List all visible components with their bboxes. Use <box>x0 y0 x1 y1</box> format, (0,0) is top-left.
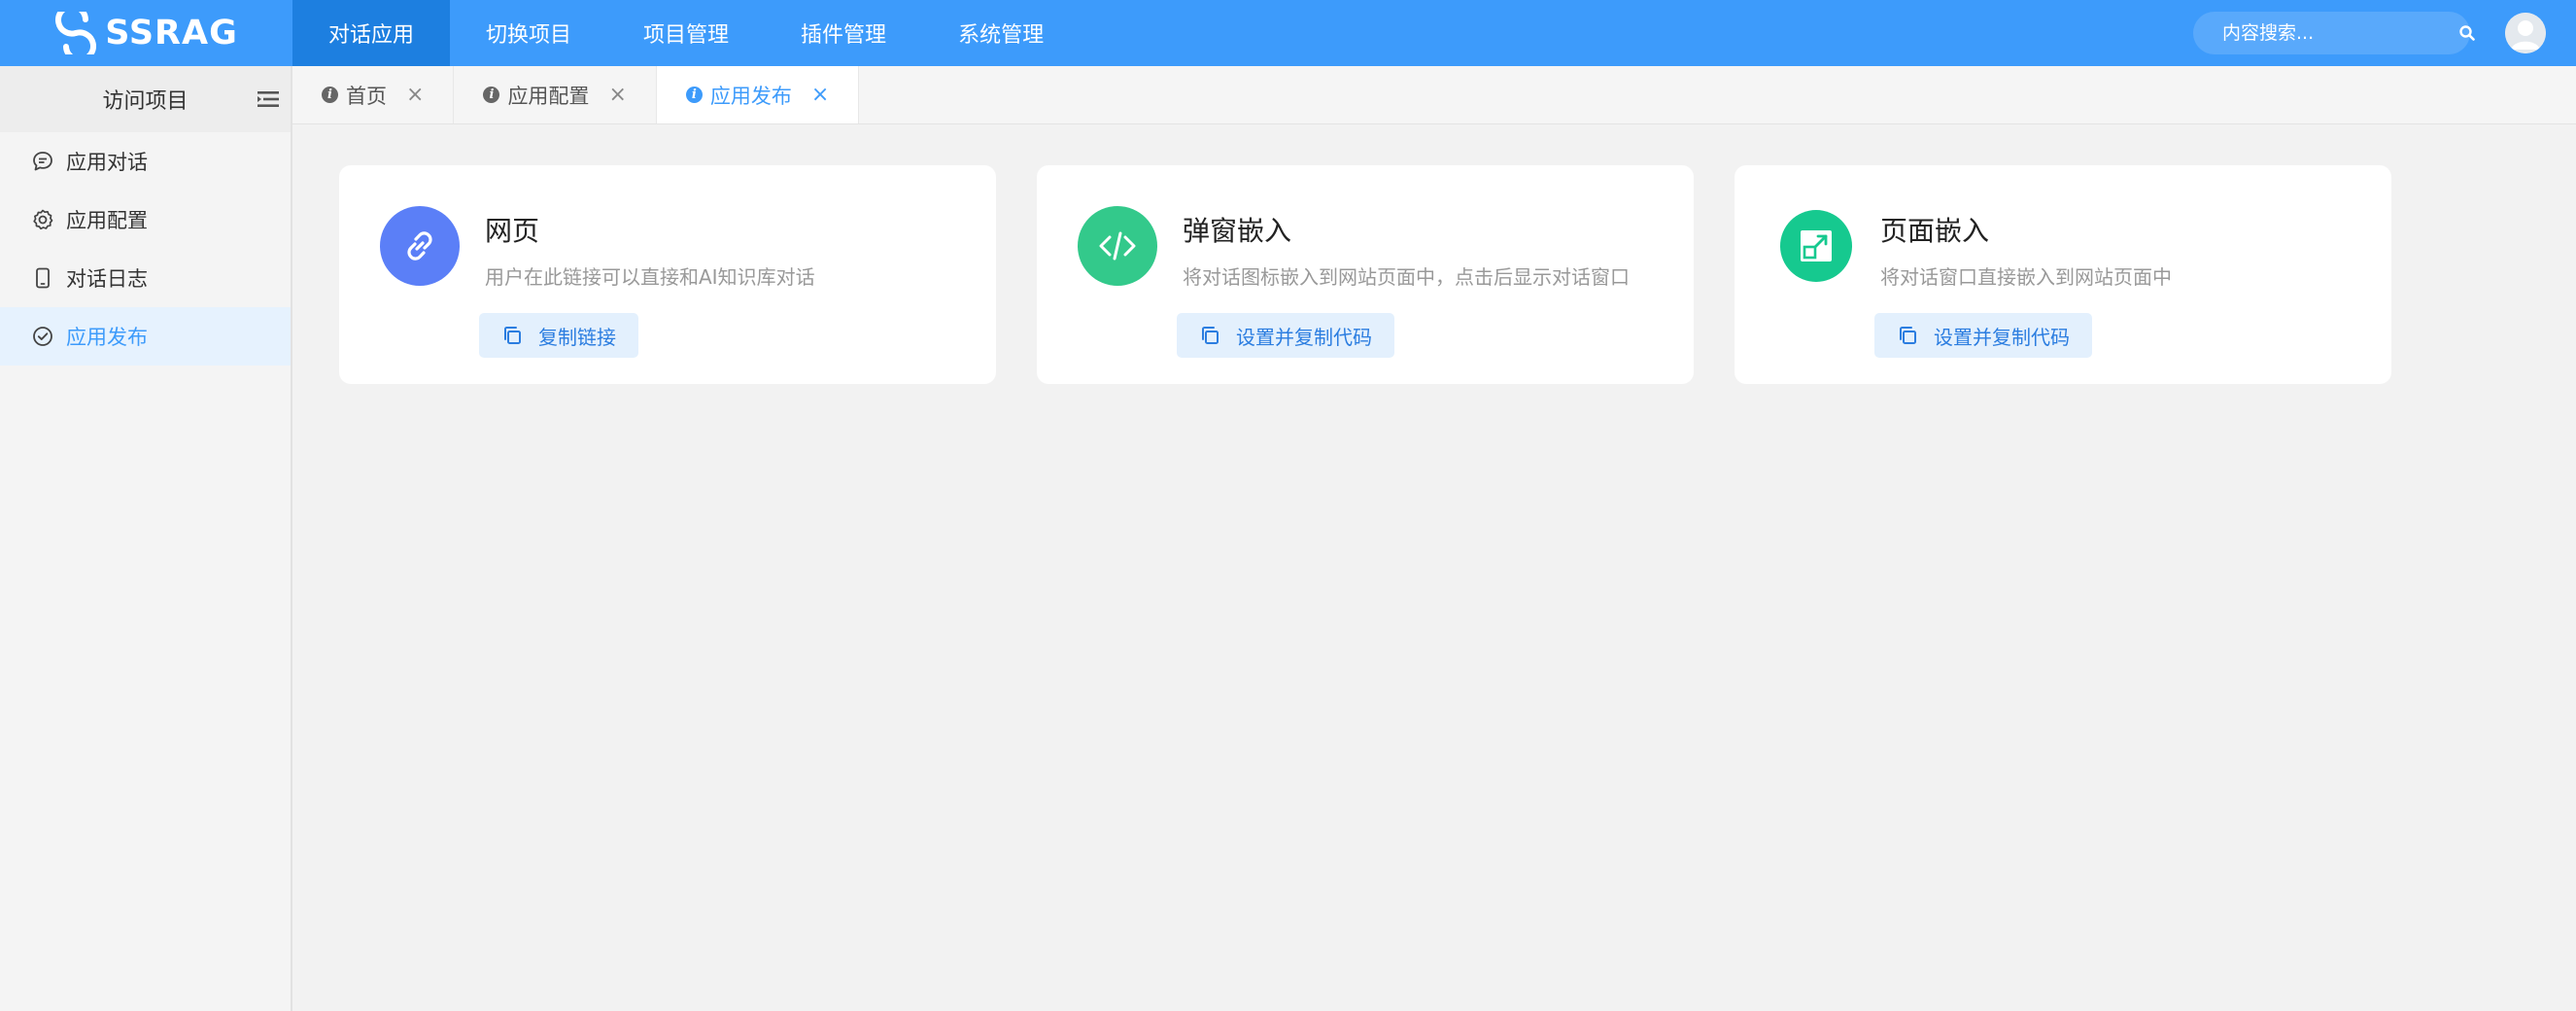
copy-icon <box>1900 327 1916 344</box>
link-icon <box>380 206 460 286</box>
sidebar-item-label: 应用对话 <box>66 151 148 174</box>
avatar[interactable] <box>2505 13 2546 53</box>
sidebar-header: 访问项目 <box>0 66 291 132</box>
button-label: 设置并复制代码 <box>1934 325 2070 349</box>
brand-logo[interactable]: SSRAG <box>0 0 292 66</box>
publish-card-webpage: 网页 用户在此链接可以直接和AI知识库对话 复制链接 <box>339 165 996 384</box>
close-icon[interactable]: × <box>406 83 424 107</box>
check-circle-icon <box>29 323 56 350</box>
publish-card-popup-embed: 弹窗嵌入 将对话图标嵌入到网站页面中，点击后显示对话窗口 设置并复制代码 <box>1037 165 1694 384</box>
gear-icon <box>29 206 56 233</box>
card-title: 网页 <box>485 215 540 247</box>
topnav-item-chat-app[interactable]: 对话应用 <box>292 0 451 66</box>
brand-name: SSRAG <box>105 14 238 52</box>
phone-icon <box>29 264 56 292</box>
sidebar-item-app-publish[interactable]: 应用发布 <box>0 307 291 366</box>
setup-copy-code-button[interactable]: 设置并复制代码 <box>1874 313 2092 358</box>
copy-link-button[interactable]: 复制链接 <box>479 313 638 358</box>
topnav-item-plugin-management[interactable]: 插件管理 <box>765 0 922 66</box>
tab-label: 应用发布 <box>709 84 792 108</box>
sidebar-item-chat-log[interactable]: 对话日志 <box>0 249 291 307</box>
card-title: 弹窗嵌入 <box>1183 215 1292 247</box>
embed-icon <box>1780 210 1852 282</box>
card-description: 将对话窗口直接嵌入到网站页面中 <box>1880 265 2172 289</box>
setup-copy-code-button[interactable]: 设置并复制代码 <box>1177 313 1394 358</box>
close-icon[interactable]: × <box>608 83 626 107</box>
sidebar-title: 访问项目 <box>102 89 189 114</box>
topnav-item-project-management[interactable]: 项目管理 <box>607 0 765 66</box>
tab-label: 首页 <box>346 84 387 108</box>
search-input[interactable] <box>2222 22 2458 44</box>
copy-icon <box>504 327 521 344</box>
tab-app-config[interactable]: i 应用配置 × <box>454 66 657 123</box>
info-icon: i <box>685 87 703 103</box>
sidebar-item-label: 应用发布 <box>66 326 148 349</box>
info-icon: i <box>322 87 338 103</box>
card-description: 用户在此链接可以直接和AI知识库对话 <box>485 265 815 289</box>
button-label: 复制链接 <box>538 325 616 349</box>
topnav-item-switch-project[interactable]: 切换项目 <box>450 0 607 66</box>
info-icon: i <box>483 87 500 103</box>
code-icon <box>1078 206 1157 286</box>
top-nav: 对话应用 切换项目 项目管理 插件管理 系统管理 <box>292 0 1080 66</box>
topnav-item-system-management[interactable]: 系统管理 <box>922 0 1080 66</box>
sidebar-item-app-chat[interactable]: 应用对话 <box>0 132 291 191</box>
menu-collapse-icon[interactable] <box>258 89 279 109</box>
sidebar: 访问项目 应用对话 应用配置 对话日志 应用发布 <box>0 66 292 1011</box>
publish-card-page-embed: 页面嵌入 将对话窗口直接嵌入到网站页面中 设置并复制代码 <box>1735 165 2391 384</box>
copy-icon <box>1202 327 1219 344</box>
search-box <box>2193 12 2475 54</box>
search-icon[interactable] <box>2458 23 2476 43</box>
chat-icon <box>29 148 56 175</box>
user-avatar-icon <box>2505 13 2546 53</box>
sidebar-item-app-config[interactable]: 应用配置 <box>0 191 291 249</box>
card-description: 将对话图标嵌入到网站页面中，点击后显示对话窗口 <box>1183 265 1630 289</box>
logo-icon <box>55 12 97 54</box>
sidebar-item-label: 应用配置 <box>66 209 148 232</box>
close-icon[interactable]: × <box>811 83 829 107</box>
top-bar: SSRAG 对话应用 切换项目 项目管理 插件管理 系统管理 <box>0 0 2576 66</box>
tab-app-publish[interactable]: i 应用发布 × <box>656 66 860 123</box>
sidebar-item-label: 对话日志 <box>66 267 148 291</box>
tab-bar: i 首页 × i 应用配置 × i 应用发布 × <box>292 66 2576 124</box>
tab-label: 应用配置 <box>507 84 590 108</box>
button-label: 设置并复制代码 <box>1236 325 1372 349</box>
card-title: 页面嵌入 <box>1880 215 1990 247</box>
tab-home[interactable]: i 首页 × <box>292 66 455 123</box>
